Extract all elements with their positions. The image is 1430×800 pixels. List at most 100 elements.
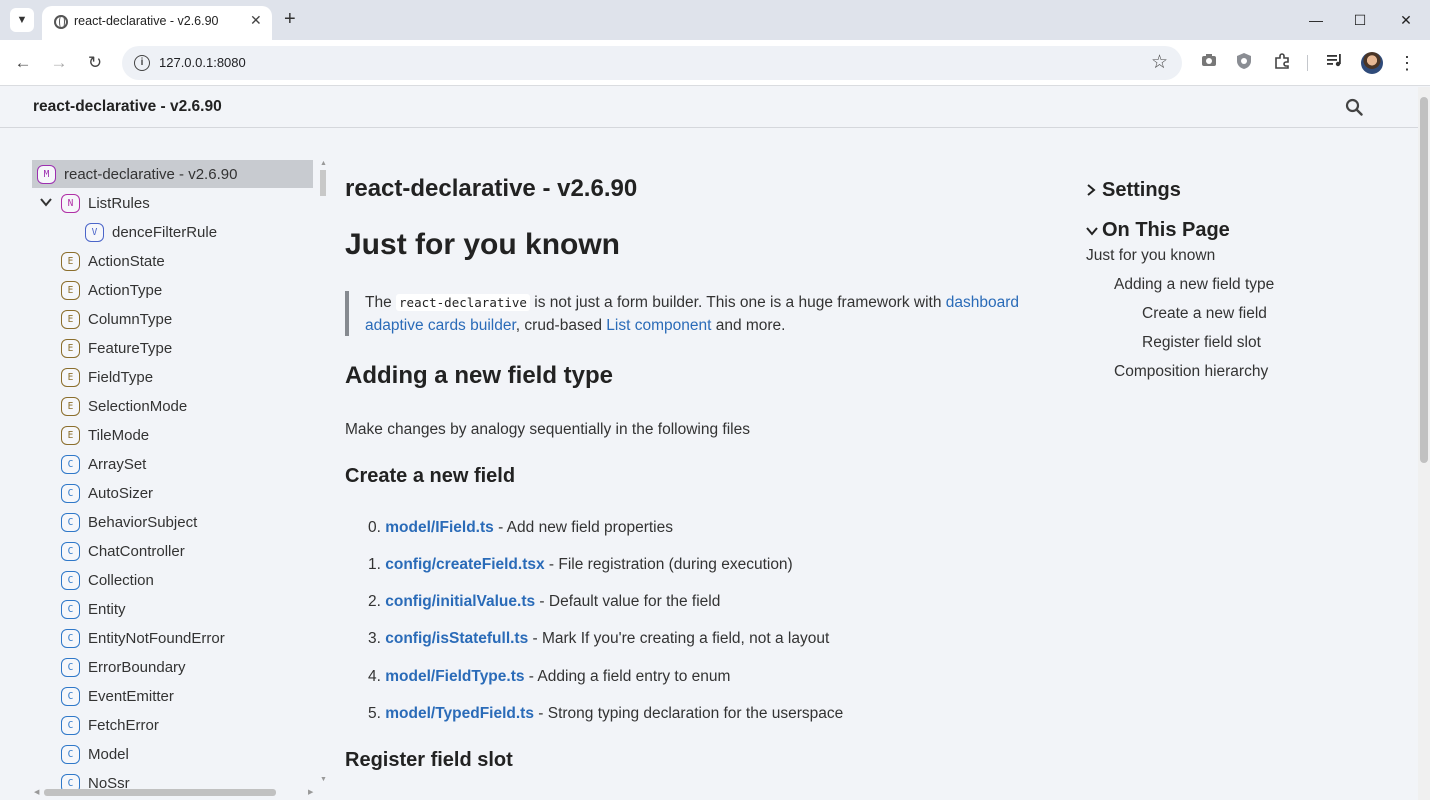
step-file-link[interactable]: model/TypedField.ts	[385, 705, 534, 722]
sidebar-item[interactable]: E TileMode	[61, 421, 149, 449]
step-file-link[interactable]: config/isStatefull.ts	[385, 630, 528, 647]
shield-extension-icon[interactable]	[1233, 52, 1255, 74]
chevron-down-icon[interactable]	[40, 195, 52, 210]
quote-text: , crud-based	[515, 317, 607, 334]
scroll-right-arrow-icon[interactable]: ▶	[308, 788, 313, 796]
step-description: - Mark If you're creating a field, not a…	[528, 630, 830, 647]
sidebar-item[interactable]: C EntityNotFoundError	[61, 624, 225, 652]
sidebar-item-label: EventEmitter	[88, 687, 174, 705]
step-file-link[interactable]: config/initialValue.ts	[385, 593, 535, 610]
page-scrollbar[interactable]	[1418, 87, 1430, 800]
step-list-item: 4. model/FieldType.ts - Adding a field e…	[368, 668, 730, 686]
bookmark-star-icon[interactable]: ☆	[1151, 51, 1168, 74]
sidebar-item-label: AutoSizer	[88, 484, 154, 502]
sidebar-item-listrules[interactable]: N ListRules	[61, 189, 150, 217]
browser-toolbar: ← → ↻ i 127.0.0.1:8080 ☆ ⋮	[0, 40, 1430, 86]
step-file-link[interactable]: model/IField.ts	[385, 519, 494, 536]
scroll-up-arrow-icon[interactable]: ▲	[320, 160, 327, 167]
step-file-link[interactable]: config/createField.tsx	[385, 556, 544, 573]
url-text[interactable]: 127.0.0.1:8080	[159, 55, 246, 70]
search-icon[interactable]	[1345, 98, 1363, 116]
toc-link-create-new-field[interactable]: Create a new field	[1142, 305, 1267, 323]
kind-badge-icon: C	[61, 454, 80, 474]
heading-create-new-field: Create a new field	[345, 465, 516, 487]
extensions-puzzle-icon[interactable]	[1271, 52, 1293, 74]
scroll-down-arrow-icon[interactable]: ▼	[320, 776, 327, 783]
sidebar-item[interactable]: E FieldType	[61, 363, 153, 391]
step-file-link[interactable]: model/FieldType.ts	[385, 668, 524, 685]
sidebar-horizontal-scrollbar[interactable]: ◀ ▶	[32, 787, 322, 797]
settings-toggle[interactable]: Settings	[1086, 179, 1181, 202]
kind-badge-icon: E	[61, 251, 80, 271]
browser-tab[interactable]: react-declarative - v2.6.90 ✕	[42, 6, 272, 40]
close-window-button[interactable]: ✕	[1391, 8, 1421, 32]
kind-badge-icon: E	[61, 367, 80, 387]
quote-text: and more.	[711, 317, 786, 334]
new-tab-button[interactable]: +	[284, 8, 296, 30]
kind-badge-icon: C	[61, 686, 80, 706]
sidebar-scrollbar[interactable]: ▲ ▼	[319, 160, 327, 790]
sidebar-hscroll-thumb[interactable]	[44, 789, 276, 796]
on-this-page-toggle[interactable]: On This Page	[1086, 219, 1230, 242]
sidebar-item[interactable]: C Collection	[61, 566, 154, 594]
media-control-icon[interactable]	[1324, 52, 1346, 74]
sidebar-item[interactable]: C Model	[61, 740, 129, 768]
address-bar[interactable]: i 127.0.0.1:8080 ☆	[122, 46, 1182, 80]
sidebar-item[interactable]: C Entity	[61, 595, 126, 623]
intro-blockquote: The react-declarative is not just a form…	[345, 291, 1045, 336]
module-kind-icon: M	[37, 164, 56, 184]
sidebar-item-label: FeatureType	[88, 339, 173, 357]
toc-link-composition-hierarchy[interactable]: Composition hierarchy	[1114, 363, 1268, 381]
sidebar-item[interactable]: C EventEmitter	[61, 682, 174, 710]
sidebar-scrollbar-thumb[interactable]	[320, 170, 326, 196]
sidebar-item[interactable]: C AutoSizer	[61, 479, 153, 507]
profile-avatar[interactable]	[1361, 52, 1383, 74]
close-tab-icon[interactable]: ✕	[250, 12, 262, 29]
sidebar-item[interactable]: E FeatureType	[61, 334, 172, 362]
sidebar-item[interactable]: E SelectionMode	[61, 392, 187, 420]
sidebar-item-label: SelectionMode	[88, 397, 188, 415]
minimize-button[interactable]: —	[1301, 8, 1331, 32]
tab-search-button[interactable]: ▼	[10, 8, 34, 32]
maximize-button[interactable]: ☐	[1345, 8, 1375, 32]
sidebar-item[interactable]: E ColumnType	[61, 305, 172, 333]
list-component-link[interactable]: List component	[606, 317, 711, 334]
menu-kebab-icon[interactable]: ⋮	[1396, 52, 1418, 74]
sidebar-item-root[interactable]: M react-declarative - v2.6.90	[32, 160, 313, 188]
toc-link-register-field-slot[interactable]: Register field slot	[1142, 334, 1261, 352]
kind-badge-icon: E	[61, 425, 80, 445]
toc-link-just-for-you-known[interactable]: Just for you known	[1086, 247, 1215, 265]
sidebar-item[interactable]: C FetchError	[61, 711, 159, 739]
camera-icon[interactable]	[1198, 52, 1220, 74]
chevron-down-icon	[1086, 223, 1102, 240]
quote-text: is not just a form builder. This one is …	[529, 294, 946, 311]
on-this-page-label: On This Page	[1102, 219, 1230, 241]
chevron-right-icon	[1086, 183, 1102, 200]
forward-button[interactable]: →	[47, 51, 71, 75]
settings-label: Settings	[1102, 179, 1181, 201]
sidebar-item-label: BehaviorSubject	[88, 513, 198, 531]
sidebar-item-label: FetchError	[88, 716, 159, 734]
sidebar-item-label: ColumnType	[88, 310, 173, 328]
sidebar-item-label: denceFilterRule	[112, 223, 218, 241]
kind-badge-icon: C	[61, 715, 80, 735]
scroll-left-arrow-icon[interactable]: ◀	[34, 788, 39, 796]
page-scrollbar-thumb[interactable]	[1420, 97, 1428, 463]
reload-button[interactable]: ↻	[83, 51, 107, 75]
toc-link-adding-field-type[interactable]: Adding a new field type	[1114, 276, 1274, 294]
site-info-icon[interactable]: i	[134, 55, 150, 71]
sidebar-item-label: ListRules	[88, 194, 150, 212]
sidebar-item-dencefilterrule[interactable]: V denceFilterRule	[85, 218, 217, 246]
sidebar-item[interactable]: C ChatController	[61, 537, 185, 565]
sidebar-item[interactable]: C ErrorBoundary	[61, 653, 186, 681]
kind-badge-icon: C	[61, 570, 80, 590]
sidebar-item[interactable]: C ArraySet	[61, 450, 146, 478]
back-button[interactable]: ←	[11, 51, 35, 75]
sidebar-item[interactable]: E ActionState	[61, 247, 165, 275]
kind-badge-icon: E	[61, 338, 80, 358]
sidebar-item[interactable]: C BehaviorSubject	[61, 508, 197, 536]
kind-badge-icon: C	[61, 599, 80, 619]
sidebar-item-label: TileMode	[88, 426, 150, 444]
site-title[interactable]: react-declarative - v2.6.90	[33, 98, 222, 116]
sidebar-item[interactable]: E ActionType	[61, 276, 162, 304]
